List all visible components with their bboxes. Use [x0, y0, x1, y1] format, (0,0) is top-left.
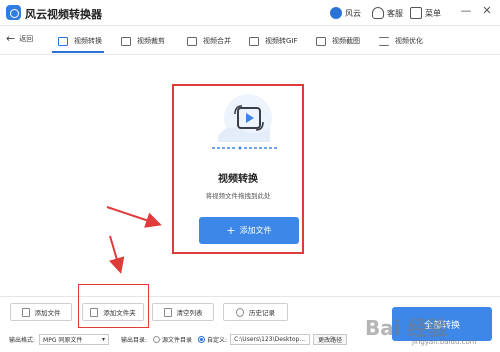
customer-service-button[interactable]: 客服 [372, 6, 403, 20]
plus-icon: + [226, 223, 236, 237]
tab-video-to-gif[interactable]: 视频转GIF [249, 33, 298, 49]
menu-icon [410, 7, 422, 19]
trash-icon [163, 307, 172, 317]
back-arrow-icon: ← [6, 32, 16, 45]
history-button[interactable]: 历史记录 [223, 303, 288, 321]
baidu-watermark: Bai 经验 [365, 316, 448, 340]
tab-label: 视频优化 [395, 37, 423, 45]
main-title: 视频转换 [218, 174, 258, 185]
tab-label: 视频截图 [332, 37, 360, 45]
custom-dir-label: 自定义: [207, 336, 228, 344]
tab-video-convert[interactable]: 视频转换 [58, 33, 102, 49]
baidu-watermark-url: jingyan.baidu.com [412, 338, 477, 346]
video-screenshot-icon [316, 36, 326, 46]
service-label: 客服 [387, 8, 403, 18]
tab-label: 视频合并 [203, 37, 231, 45]
back-label: 返回 [19, 35, 34, 43]
video-convert-illustration-icon [212, 94, 278, 150]
fengyun-logo-icon [330, 7, 342, 19]
headset-icon [372, 7, 384, 19]
button-label: 历史记录 [249, 309, 275, 317]
tab-video-optimize[interactable]: 视频优化 [379, 33, 423, 49]
clock-icon [236, 307, 244, 317]
close-button[interactable]: ✕ [480, 4, 494, 18]
title-bar: 风云视频转换器 风云 客服 菜单 — ✕ [0, 0, 500, 26]
app-logo-icon [6, 5, 21, 20]
button-label: 清空列表 [176, 309, 203, 317]
output-format-label: 输出格式: [9, 336, 36, 344]
app-title: 风云视频转换器 [25, 8, 102, 21]
file-icon [21, 307, 30, 317]
add-folder-highlight [78, 284, 149, 328]
menu-label: 菜单 [425, 8, 441, 18]
tab-video-merge[interactable]: 视频合并 [187, 33, 231, 49]
add-file-bottom-button[interactable]: 添加文件 [10, 303, 72, 321]
back-button[interactable]: ← 返回 [6, 32, 34, 45]
tab-video-screenshot[interactable]: 视频截图 [316, 33, 360, 49]
menu-button[interactable]: 菜单 [410, 6, 441, 20]
sliders-icon [379, 36, 389, 46]
fengyun-label: 风云 [345, 8, 361, 18]
tab-video-crop[interactable]: 视频裁剪 [121, 33, 165, 49]
output-path-field[interactable]: C:\Users\123\Desktop... [230, 333, 311, 345]
chevron-down-icon: ▾ [102, 335, 106, 343]
minimize-button[interactable]: — [459, 4, 473, 18]
radio-selected-icon [198, 335, 206, 343]
video-convert-icon [58, 36, 68, 46]
video-gif-icon [249, 36, 259, 46]
output-dir-label: 输出目录: [121, 336, 148, 344]
tab-label: 视频转GIF [265, 37, 298, 45]
output-format-select[interactable]: MPG 同原文件 ▾ [39, 333, 110, 345]
add-file-label: 添加文件 [239, 226, 272, 235]
source-dir-label: 源文件目录 [162, 336, 193, 344]
custom-dir-radio[interactable]: 自定义: [198, 335, 227, 344]
clear-list-button[interactable]: 清空列表 [152, 303, 214, 321]
button-label: 添加文件 [34, 309, 61, 317]
video-merge-icon [187, 36, 197, 46]
radio-icon [153, 335, 161, 343]
drop-hint-text: 将视频文件拖拽到此处 [205, 192, 271, 200]
source-dir-radio[interactable]: 源文件目录 [153, 335, 192, 344]
video-crop-icon [121, 36, 131, 46]
output-format-value: MPG 同原文件 [43, 336, 83, 344]
tab-label: 视频裁剪 [137, 37, 165, 45]
tab-label: 视频转换 [74, 37, 102, 45]
output-dir-row: 输出目录: 源文件目录 自定义: C:\Users\123\Desktop...… [121, 333, 348, 345]
arrow-to-drop-zone [106, 206, 162, 228]
change-path-button[interactable]: 更改路径 [313, 333, 348, 345]
add-file-button[interactable]: + 添加文件 [199, 217, 299, 244]
output-format-row: 输出格式: MPG 同原文件 ▾ [9, 333, 110, 345]
arrow-to-add-folder [108, 235, 125, 274]
fengyun-button[interactable]: 风云 [330, 6, 361, 20]
active-tab-indicator [52, 51, 104, 53]
bottom-divider [0, 296, 500, 297]
